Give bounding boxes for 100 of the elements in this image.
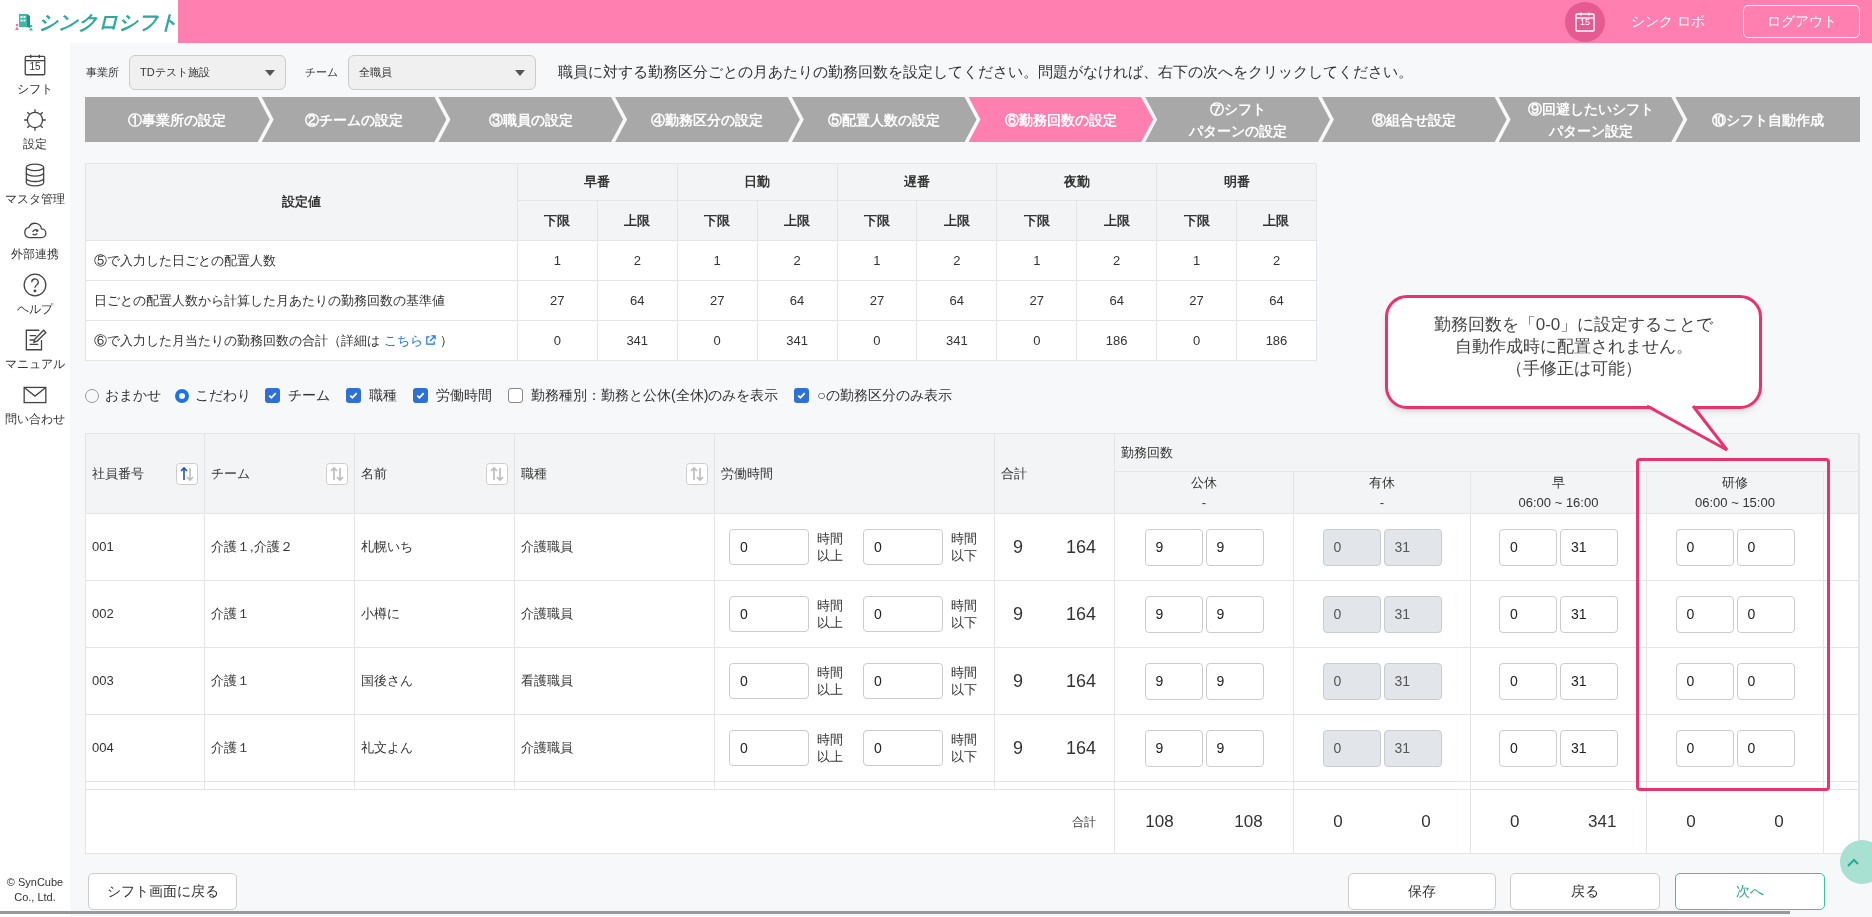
shift-time: 06:00 ~ 16:00 <box>1518 493 1599 512</box>
sidebar-label[interactable]: 設定 <box>23 135 47 153</box>
table-cell-text: 介護職員 <box>521 538 573 557</box>
table-cell-text: 003 <box>92 672 114 691</box>
checkbox[interactable] <box>413 388 428 403</box>
input-field[interactable]: 9 <box>1144 729 1203 767</box>
input-field[interactable]: 31 <box>1560 528 1618 566</box>
sidebar-label[interactable]: 問い合わせ <box>5 410 65 428</box>
input-field[interactable]: 0 <box>863 730 943 766</box>
external-link-icon <box>425 335 436 346</box>
scrollbar[interactable] <box>0 911 1790 914</box>
checkbox-label: ○の勤務区分のみ表示 <box>817 386 952 405</box>
table-cell-text: 介護１,介護２ <box>211 538 293 557</box>
column-header: 下限 <box>1183 212 1210 228</box>
input-field[interactable]: 9 <box>1205 595 1264 633</box>
table-cell: 1 <box>1192 252 1201 268</box>
input-field[interactable]: 0 <box>1736 595 1795 633</box>
checkbox[interactable] <box>794 388 810 403</box>
table-cell-text: 礼文よん <box>361 739 413 758</box>
input-field[interactable]: 0 <box>1499 528 1557 566</box>
column-header: 合計 <box>1001 464 1027 483</box>
input-field[interactable]: 31 <box>1560 662 1618 700</box>
total-value: 164 <box>1065 736 1096 760</box>
table-cell: 27 <box>550 292 565 308</box>
column-header: 下限 <box>863 212 890 228</box>
input-field[interactable]: 0 <box>1499 729 1557 767</box>
checkbox[interactable] <box>265 388 280 403</box>
total-value: 0 <box>1420 811 1432 834</box>
column-header: 遅番 <box>903 174 930 190</box>
input-field[interactable]: 0 <box>1675 595 1734 633</box>
input-field[interactable]: 9 <box>1205 729 1264 767</box>
date-label: 15 <box>28 62 42 72</box>
input-field[interactable]: 0 <box>863 663 943 699</box>
input-field[interactable]: 0 <box>729 663 809 699</box>
sidebar-label[interactable]: ヘルプ <box>17 300 53 318</box>
table-cell: 27 <box>1189 292 1204 308</box>
help-icon[interactable] <box>22 272 48 298</box>
back-button[interactable]: 戻る <box>1510 873 1660 910</box>
sidebar-label[interactable]: 外部連携 <box>11 245 59 263</box>
input-field[interactable]: 0 <box>1675 729 1734 767</box>
input-field[interactable]: 9 <box>1144 528 1203 566</box>
column-header: 明番 <box>1223 174 1250 190</box>
input-field[interactable]: 9 <box>1205 662 1264 700</box>
input-field[interactable]: 0 <box>1499 595 1557 633</box>
input-field[interactable]: 0 <box>1499 662 1557 700</box>
caret-icon <box>265 69 275 76</box>
shift-time: - <box>1379 493 1385 512</box>
column-header: チーム <box>211 464 250 483</box>
column-header: 下限 <box>544 212 571 228</box>
input-field[interactable]: 0 <box>1736 528 1795 566</box>
table-cell-text: 介護１ <box>211 672 250 691</box>
save-button[interactable]: 保存 <box>1348 873 1496 910</box>
input-field[interactable]: 0 <box>729 730 809 766</box>
field-label: 事業所 <box>86 65 119 81</box>
column-header: 公休 <box>1191 473 1217 492</box>
input-field[interactable]: 0 <box>1675 528 1734 566</box>
unit-label: 時間 以下 <box>951 530 978 564</box>
input-field[interactable]: 31 <box>1560 729 1618 767</box>
input-field[interactable]: 0 <box>863 596 943 632</box>
unit-label: 時間 以下 <box>951 731 978 765</box>
sidebar-label[interactable]: マニュアル <box>5 355 65 373</box>
column-header: 早 <box>1552 473 1565 492</box>
gear-icon[interactable] <box>22 107 48 133</box>
input-field[interactable]: 0 <box>1736 729 1795 767</box>
table-cell: 1 <box>553 252 561 268</box>
table-cell-text: 004 <box>92 739 114 758</box>
checkbox[interactable] <box>346 388 361 403</box>
unit-label: 時間 以上 <box>817 664 844 698</box>
sort-icon[interactable] <box>176 462 198 485</box>
sidebar-label[interactable]: マスタ管理 <box>5 190 65 208</box>
table-cell: 2 <box>633 252 641 268</box>
table-cell: 64 <box>1269 292 1284 308</box>
select-field[interactable]: TDテスト施設 <box>129 55 286 90</box>
input-field[interactable]: 0 <box>863 529 943 565</box>
input-field[interactable]: 9 <box>1144 662 1203 700</box>
table-cell-text: 国後さん <box>361 672 413 691</box>
radio-label: おまかせ <box>105 386 161 405</box>
input-field[interactable]: 9 <box>1144 595 1203 633</box>
sidebar-label[interactable]: シフト <box>17 80 53 98</box>
input-field[interactable]: 0 <box>1675 662 1734 700</box>
total-value: 108 <box>1144 811 1175 834</box>
input-field[interactable]: 31 <box>1560 595 1618 633</box>
column-header: 上限 <box>1263 212 1290 228</box>
calendar-icon[interactable] <box>22 52 48 78</box>
radio-button[interactable] <box>175 388 189 403</box>
check-icon <box>267 390 278 401</box>
checkbox[interactable] <box>508 388 523 403</box>
select-field[interactable]: 全職員 <box>348 55 536 90</box>
detail-link[interactable]: こちら <box>384 330 436 351</box>
table-cell: 0 <box>1192 332 1201 348</box>
table-cell: 0 <box>553 332 561 348</box>
back-to-shift-button[interactable]: シフト画面に戻る <box>88 873 237 910</box>
date-label: 15 <box>1579 17 1592 27</box>
input-field[interactable]: 0 <box>1736 662 1795 700</box>
column-header: 上限 <box>943 212 970 228</box>
input-field[interactable]: 0 <box>729 529 809 565</box>
total-value: 0 <box>1509 811 1521 834</box>
input-field[interactable]: 9 <box>1205 528 1264 566</box>
input-field[interactable]: 0 <box>729 596 809 632</box>
table-cell: 1 <box>873 252 881 268</box>
